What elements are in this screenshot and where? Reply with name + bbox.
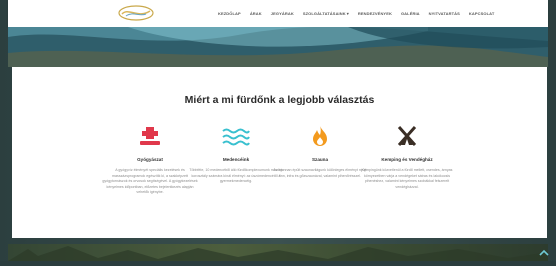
features-section: Miért a mi fürdőnk a legjobb választás G… (12, 67, 547, 238)
water-waves-icon (222, 128, 250, 146)
nav-item-label: Kapcsolat (468, 11, 495, 16)
feature-description: A gyógyvíz élményét speciális kezelések … (102, 168, 198, 195)
nav-item-label: Rendezvények (357, 11, 392, 16)
feature-gyogyaszat: Gyógyászat A gyógyvíz élményét speciális… (100, 125, 200, 196)
chevron-up-icon[interactable] (538, 247, 550, 259)
logo-swirl-icon[interactable] (116, 4, 156, 22)
tent-icon (397, 126, 417, 146)
nav-item-5[interactable]: Galéria (401, 11, 420, 16)
nav-item-label: Kezdőlap (218, 11, 241, 16)
nav-item-4[interactable]: Rendezvények (358, 11, 392, 16)
nav-item-label: Nyitvatartás (428, 11, 460, 16)
chevron-down-icon: ▾ (346, 11, 349, 16)
bottom-image-strip (8, 244, 548, 261)
section-title: Miért a mi fürdőnk a legjobb választás (184, 94, 375, 106)
medical-cross-icon (140, 127, 160, 145)
feature-kemping: Kemping és Vendégház Kempingünk közvetle… (357, 125, 457, 190)
nav-item-2[interactable]: Jegyárak (271, 11, 294, 16)
top-navbar: Kezdőlap Árak Jegyárak Szolgáltatásaink▾ Ren… (8, 0, 548, 27)
feature-title: Kemping és Vendégház (381, 157, 433, 162)
feature-title: Szauna (311, 157, 329, 162)
nav-item-1[interactable]: Árak (250, 11, 262, 16)
nav-item-label: Szolgáltatásaink (302, 11, 346, 16)
nav-item-3[interactable]: Szolgáltatásaink▾ (303, 11, 349, 16)
feature-description: Az újonnan épült szaunavilágunk különleg… (273, 168, 367, 178)
nav-item-label: Árak (249, 11, 262, 16)
flame-icon (313, 126, 327, 146)
feature-description: Kempingünk közvetlenül a fürdő mellett, … (361, 168, 453, 189)
nav-item-0[interactable]: Kezdőlap (218, 11, 241, 16)
feature-szauna: Szauna Az újonnan épült szaunavilágunk k… (270, 125, 370, 179)
hero-image (8, 27, 548, 67)
feature-title: Gyógyászat (137, 157, 163, 162)
nav-item-label: Jegyárak (270, 11, 294, 16)
nav-item-7[interactable]: Kapcsolat (469, 11, 495, 16)
main-menu: Kezdőlap Árak Jegyárak Szolgáltatásaink▾ Ren… (218, 0, 494, 27)
nav-item-label: Galéria (400, 11, 420, 16)
nav-item-6[interactable]: Nyitvatartás (429, 11, 460, 16)
